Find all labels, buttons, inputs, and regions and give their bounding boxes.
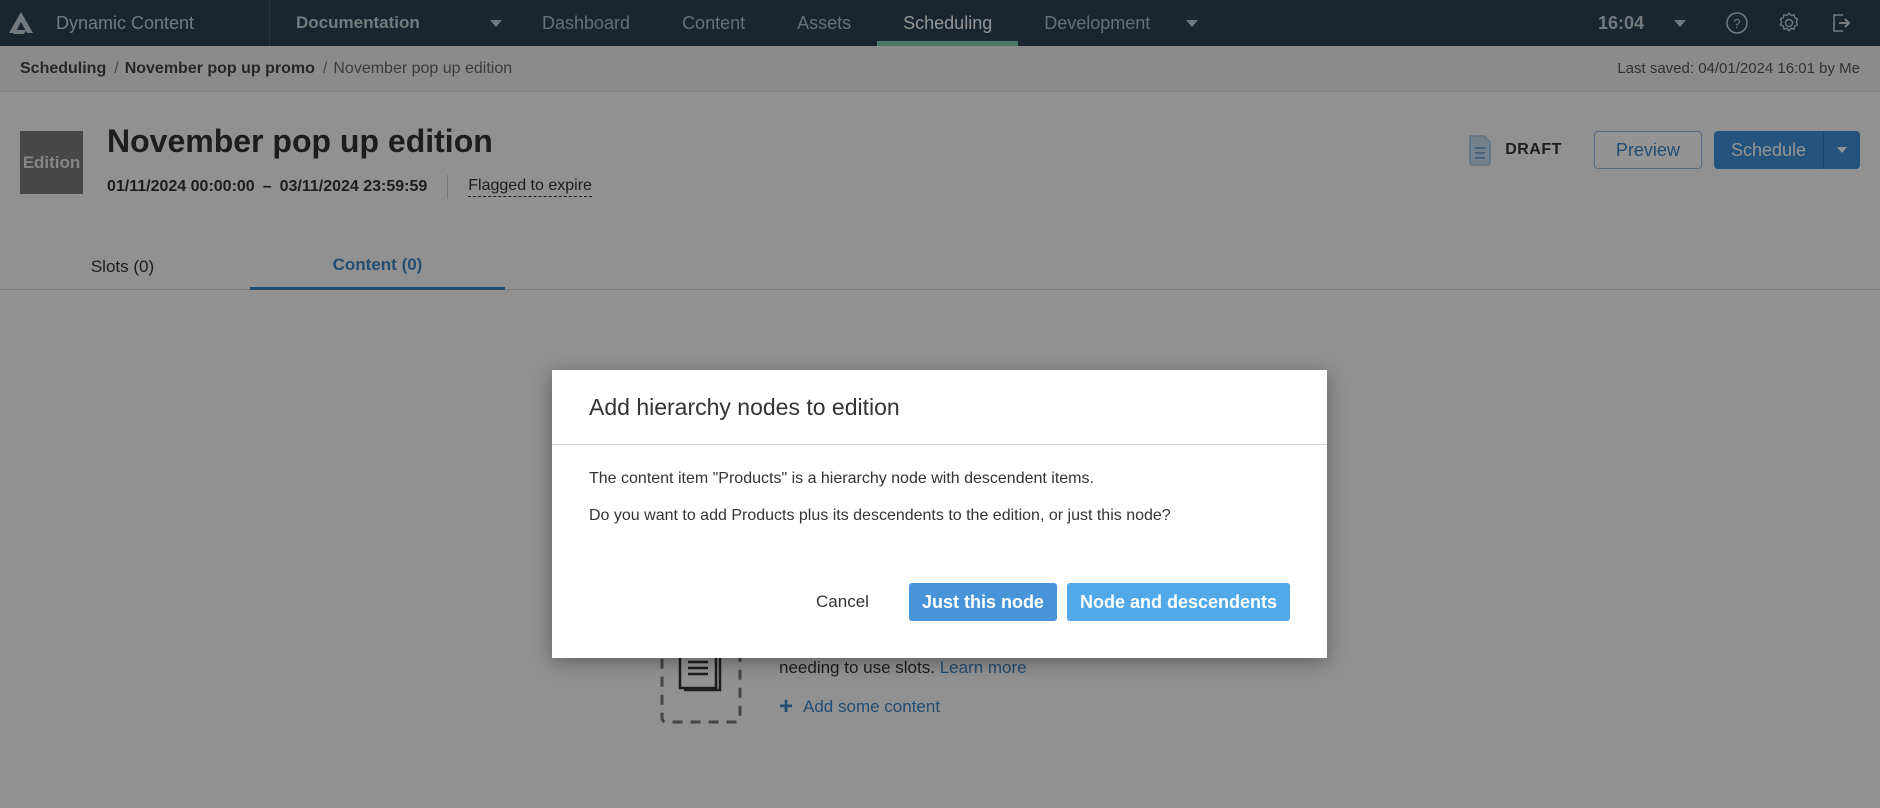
dialog-question: Do you want to add Products plus its des…: [589, 507, 1171, 524]
add-hierarchy-nodes-dialog: Add hierarchy nodes to edition The conte…: [552, 370, 1327, 658]
dialog-body: The content item "Products" is a hierarc…: [552, 445, 1327, 525]
cancel-button[interactable]: Cancel: [816, 592, 869, 612]
dialog-actions: Cancel Just this node Node and descenden…: [816, 583, 1290, 621]
node-and-descendents-button[interactable]: Node and descendents: [1066, 583, 1290, 621]
dialog-message: The content item "Products" is a hierarc…: [589, 470, 1094, 487]
dialog-header: Add hierarchy nodes to edition: [552, 370, 1327, 445]
dialog-title: Add hierarchy nodes to edition: [589, 393, 900, 420]
just-this-node-button[interactable]: Just this node: [908, 583, 1057, 621]
